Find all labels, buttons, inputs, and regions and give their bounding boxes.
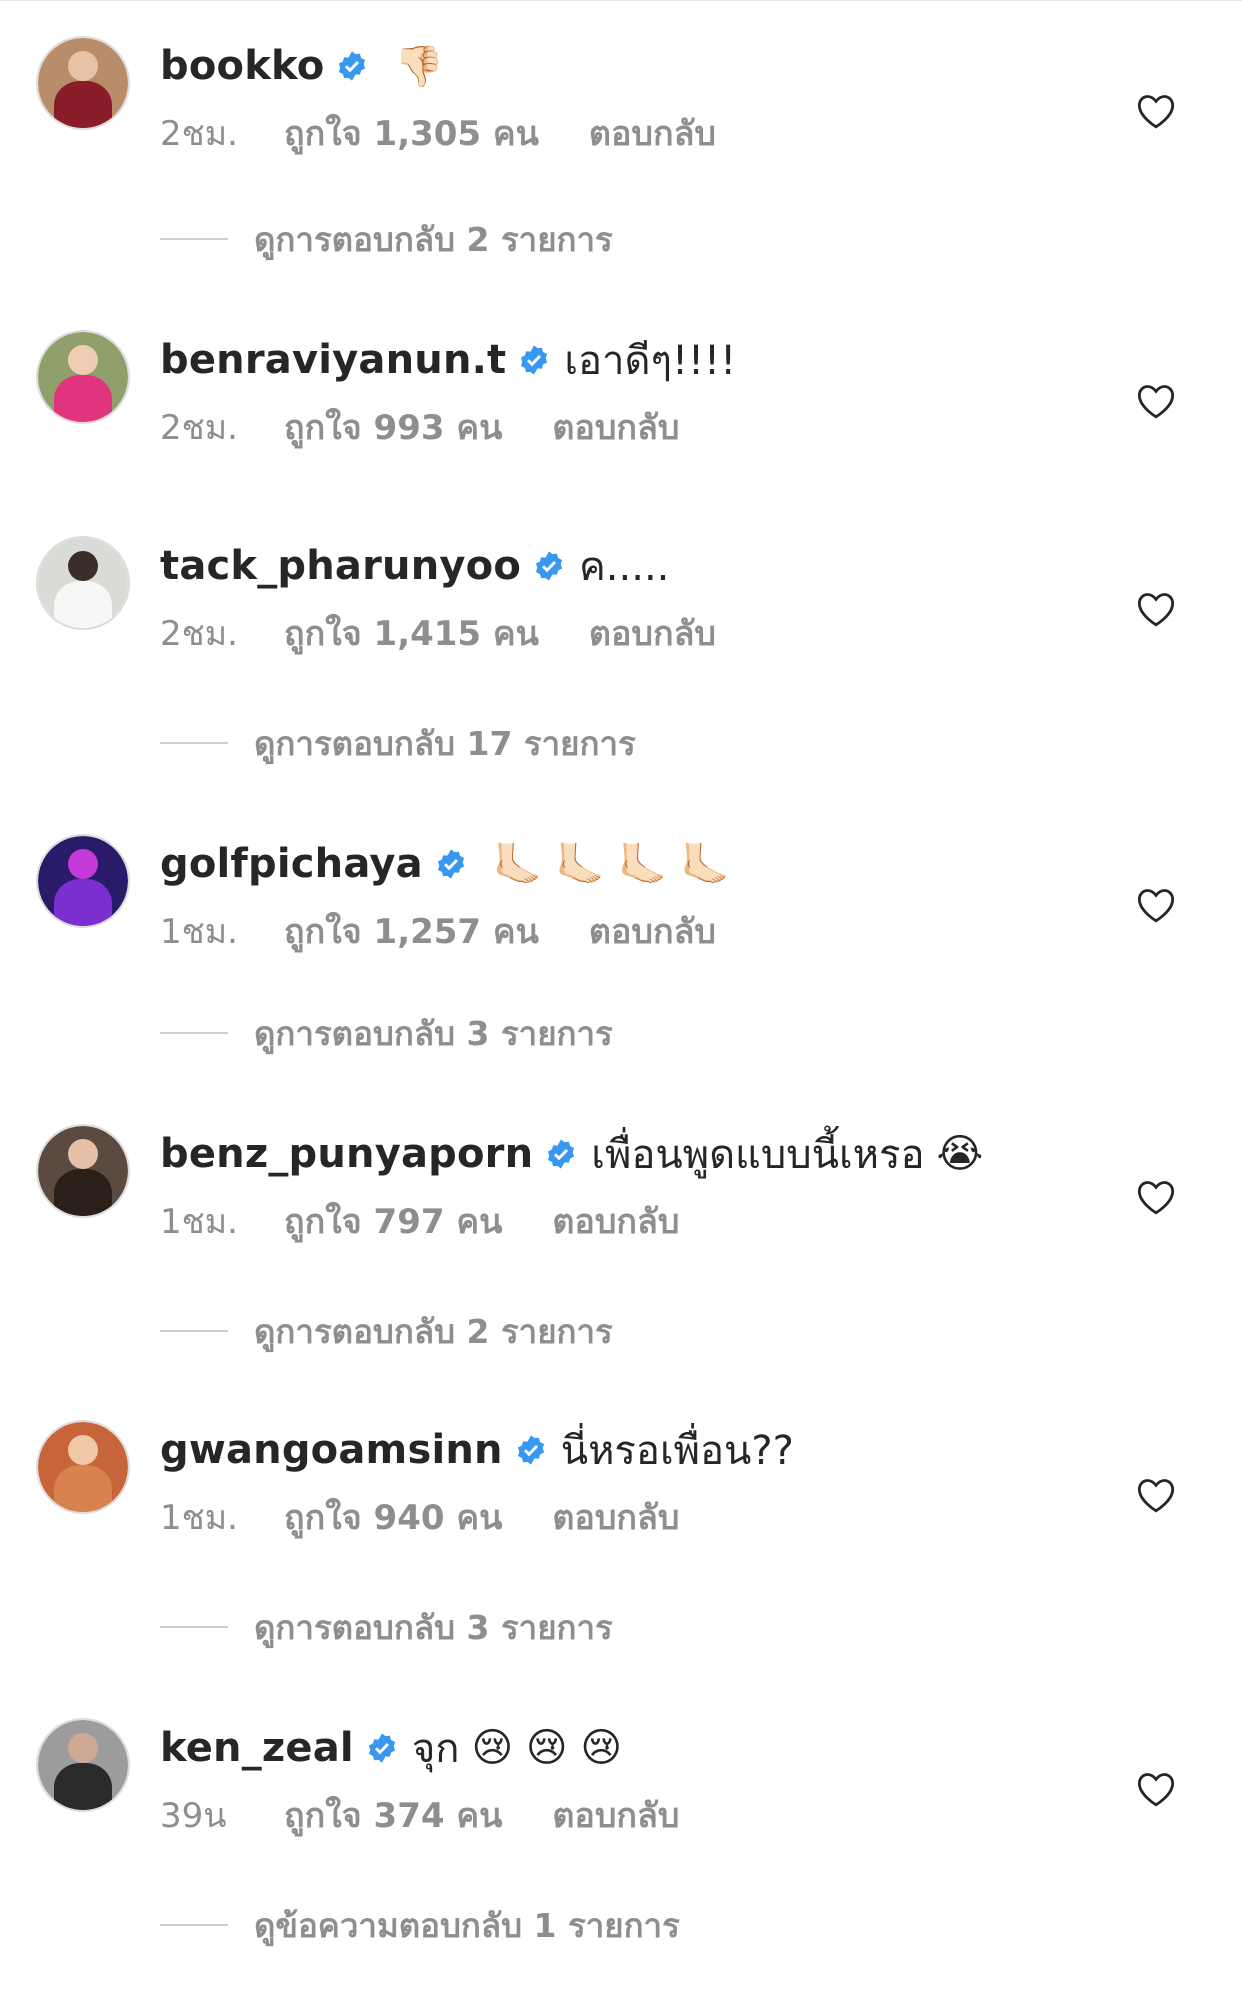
view-replies-label[interactable]: ดูการตอบกลับ 3 รายการ: [254, 1601, 613, 1654]
view-replies-link[interactable]: ดูข้อความตอบกลับ 1 รายการ: [160, 1900, 680, 1950]
view-replies-label[interactable]: ดูการตอบกลับ 17 รายการ: [254, 717, 636, 770]
username[interactable]: benraviyanun.t: [160, 337, 506, 383]
verified-badge-icon: [339, 51, 366, 81]
likes-count[interactable]: ถูกใจ 797 คน: [284, 1194, 502, 1248]
avatar[interactable]: [36, 1718, 130, 1812]
comment-text: นี่หรอเพื่อน??: [560, 1428, 794, 1474]
top-divider: [0, 0, 1242, 1]
likes-count[interactable]: ถูกใจ 993 คน: [284, 400, 502, 454]
replies-divider: [160, 238, 228, 240]
comment-timestamp: 1ชม.: [160, 1202, 238, 1242]
likes-count[interactable]: ถูกใจ 374 คน: [284, 1788, 502, 1842]
likes-count[interactable]: ถูกใจ 1,415 คน: [284, 606, 539, 660]
comment-timestamp: 2ชม.: [160, 408, 238, 448]
avatar[interactable]: [36, 834, 130, 928]
comment-text: เพื่อนพูดแบบนี้เหรอ: [591, 1132, 925, 1178]
avatar[interactable]: [36, 36, 130, 130]
heart-outline-icon[interactable]: [1136, 1178, 1176, 1216]
comment-emoji: 🦶🏻 🦶🏻 🦶🏻 🦶🏻: [492, 841, 731, 888]
comment-timestamp: 1ชม.: [160, 1498, 238, 1538]
avatar[interactable]: [36, 330, 130, 424]
comment-timestamp: 2ชม.: [160, 614, 238, 654]
reply-button[interactable]: ตอบกลับ: [552, 1194, 679, 1248]
reply-button[interactable]: ตอบกลับ: [589, 106, 716, 160]
comment-emoji: 😢 😢 😢: [471, 1725, 623, 1771]
reply-button[interactable]: ตอบกลับ: [589, 606, 716, 660]
comment-timestamp: 1ชม.: [160, 912, 238, 952]
comment-timestamp: 2ชม.: [160, 114, 238, 154]
heart-outline-icon[interactable]: [1136, 382, 1176, 420]
comment-text: ค.....: [579, 544, 670, 590]
heart-outline-icon[interactable]: [1136, 1476, 1176, 1514]
reply-button[interactable]: ตอบกลับ: [589, 904, 716, 958]
username[interactable]: ken_zeal: [160, 1725, 354, 1771]
replies-divider: [160, 1330, 228, 1332]
view-replies-link[interactable]: ดูการตอบกลับ 2 รายการ: [160, 1306, 613, 1356]
heart-outline-icon[interactable]: [1136, 1770, 1176, 1808]
verified-badge-icon: [437, 849, 464, 879]
view-replies-label[interactable]: ดูข้อความตอบกลับ 1 รายการ: [254, 1899, 680, 1952]
avatar[interactable]: [36, 536, 130, 630]
verified-badge-icon: [368, 1733, 395, 1763]
verified-badge-icon: [535, 551, 563, 581]
avatar[interactable]: [36, 1124, 130, 1218]
heart-outline-icon[interactable]: [1136, 590, 1176, 628]
view-replies-link[interactable]: ดูการตอบกลับ 17 รายการ: [160, 718, 636, 768]
username[interactable]: golfpichaya: [160, 841, 423, 887]
username[interactable]: tack_pharunyoo: [160, 543, 521, 589]
replies-divider: [160, 742, 228, 744]
view-replies-link[interactable]: ดูการตอบกลับ 3 รายการ: [160, 1008, 613, 1058]
view-replies-label[interactable]: ดูการตอบกลับ 2 รายการ: [254, 213, 613, 266]
view-replies-label[interactable]: ดูการตอบกลับ 3 รายการ: [254, 1007, 613, 1060]
heart-outline-icon[interactable]: [1136, 886, 1176, 924]
likes-count[interactable]: ถูกใจ 940 คน: [284, 1490, 502, 1544]
comment-timestamp: 39น: [160, 1796, 227, 1836]
username[interactable]: bookko: [160, 43, 324, 89]
avatar[interactable]: [36, 1420, 130, 1514]
username[interactable]: gwangoamsinn: [160, 1427, 503, 1473]
replies-divider: [160, 1032, 228, 1034]
view-replies-link[interactable]: ดูการตอบกลับ 2 รายการ: [160, 214, 613, 264]
reply-button[interactable]: ตอบกลับ: [552, 1788, 679, 1842]
reply-button[interactable]: ตอบกลับ: [552, 400, 679, 454]
replies-divider: [160, 1626, 228, 1628]
likes-count[interactable]: ถูกใจ 1,257 คน: [284, 904, 539, 958]
replies-divider: [160, 1924, 228, 1926]
view-replies-label[interactable]: ดูการตอบกลับ 2 รายการ: [254, 1305, 613, 1358]
verified-badge-icon: [548, 1139, 575, 1169]
verified-badge-icon: [517, 1435, 544, 1465]
likes-count[interactable]: ถูกใจ 1,305 คน: [284, 106, 539, 160]
username[interactable]: benz_punyaporn: [160, 1131, 533, 1177]
comment-text: จุก: [411, 1726, 460, 1772]
view-replies-link[interactable]: ดูการตอบกลับ 3 รายการ: [160, 1602, 613, 1652]
verified-badge-icon: [521, 345, 548, 375]
reply-button[interactable]: ตอบกลับ: [552, 1490, 679, 1544]
comment-emoji: 😭: [936, 1131, 984, 1177]
comment-text: เอาดีๆ!!!!: [564, 338, 737, 384]
heart-outline-icon[interactable]: [1136, 92, 1176, 130]
comment-emoji: 👎🏻: [394, 43, 445, 90]
